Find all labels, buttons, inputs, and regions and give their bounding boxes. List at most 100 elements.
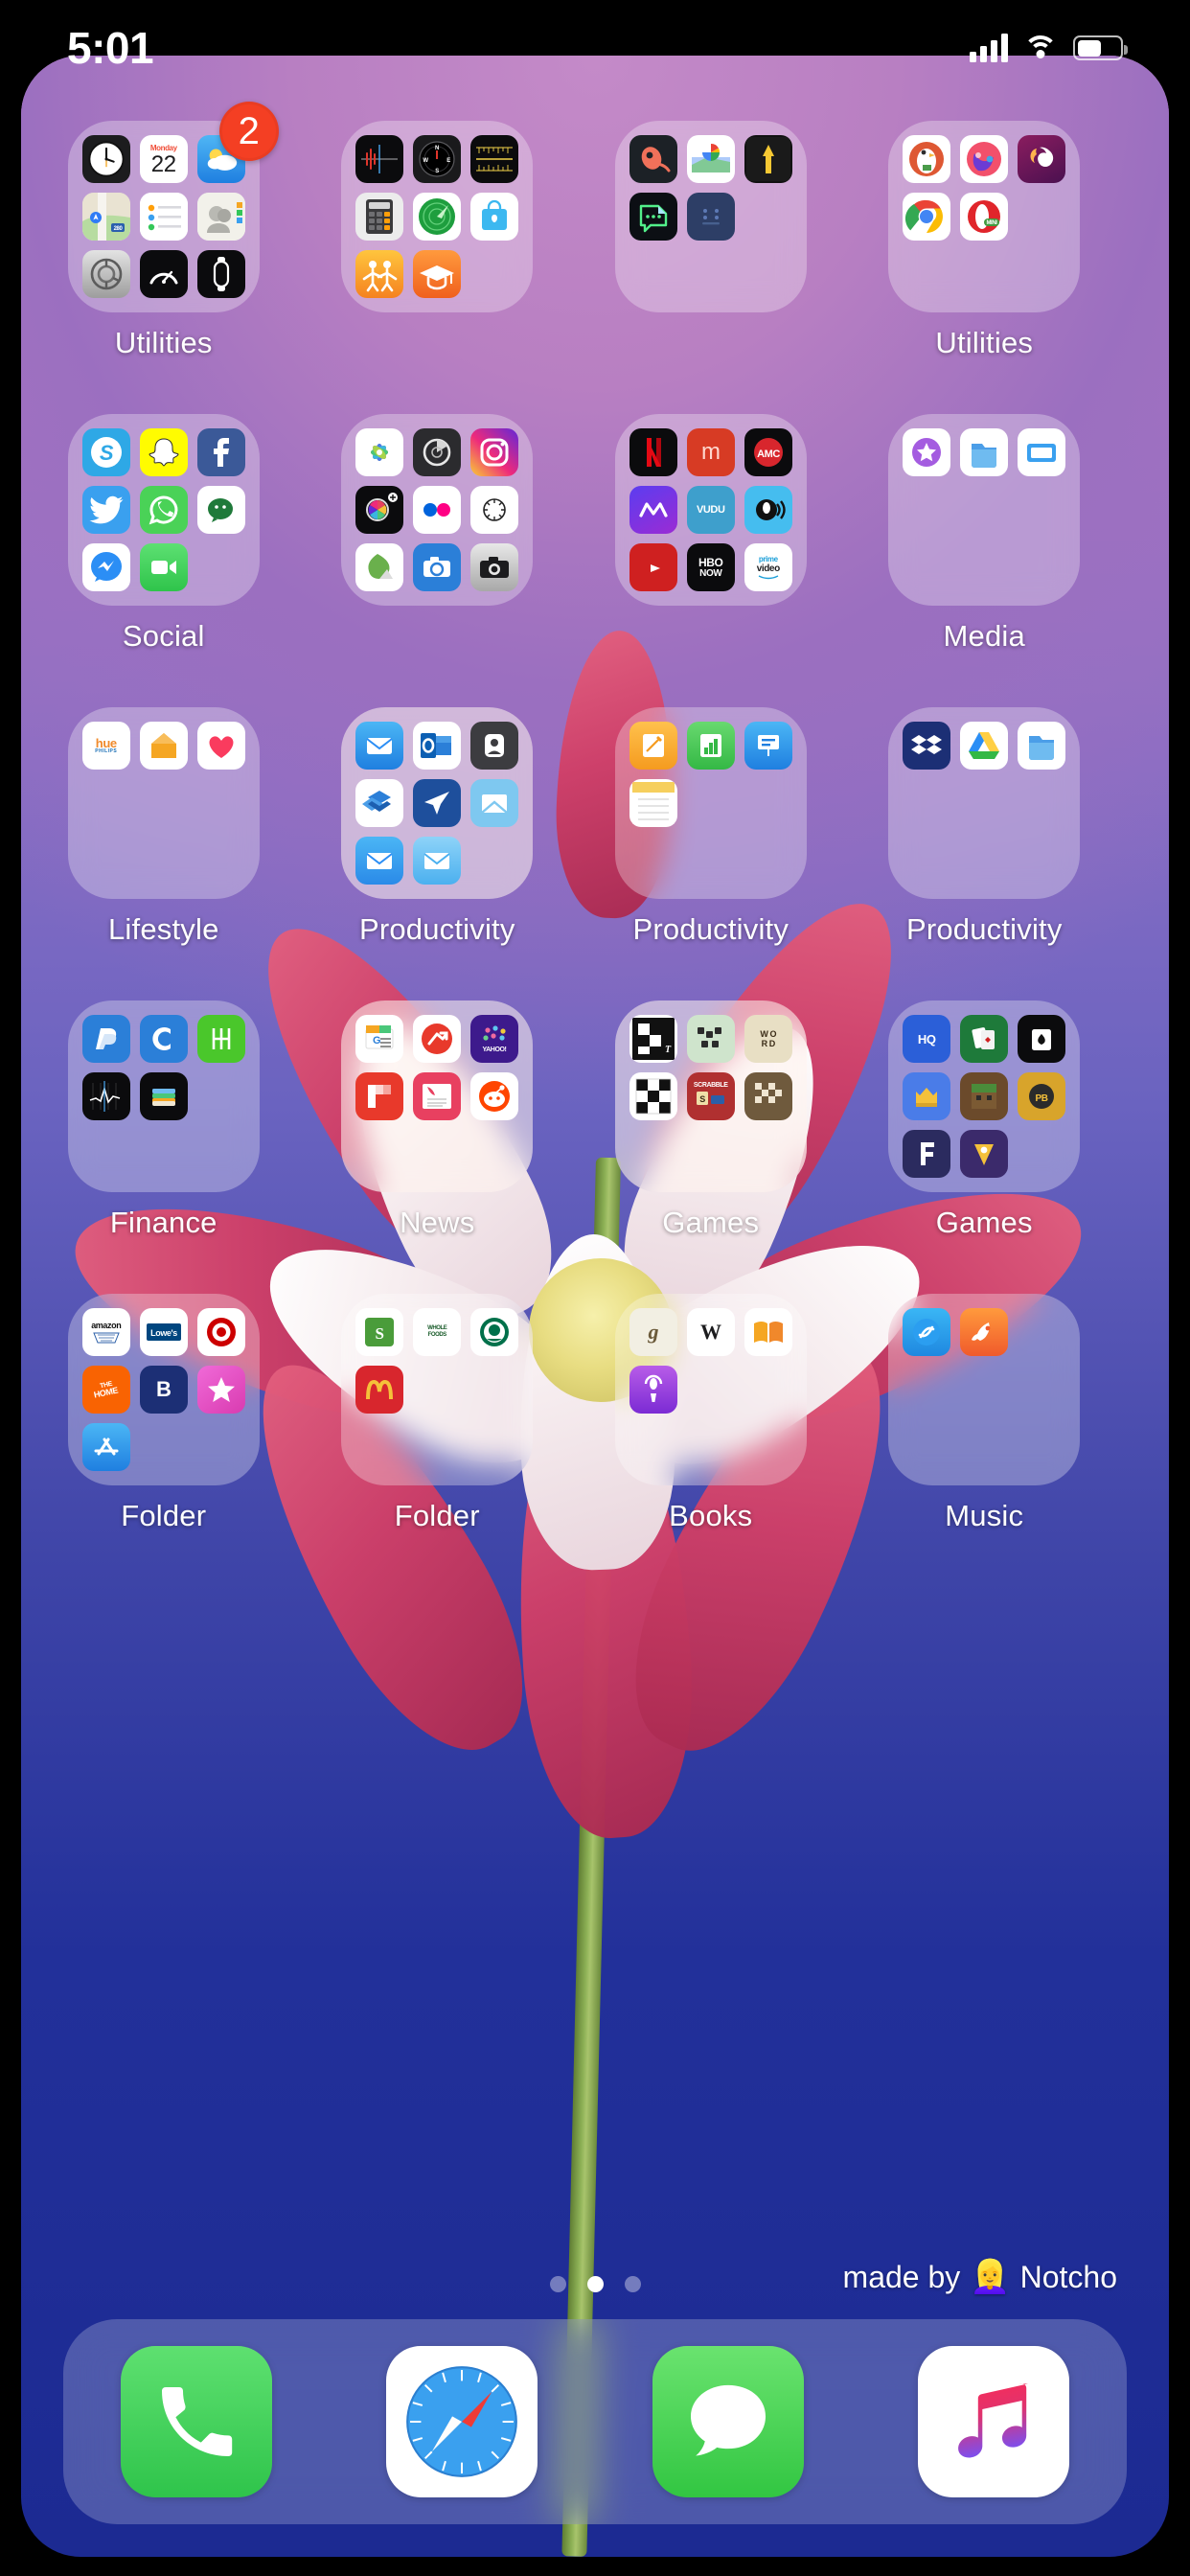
- app-icon-keynote[interactable]: [744, 722, 792, 770]
- app-icon-friends[interactable]: [355, 250, 404, 298]
- app-icon-clash-royale[interactable]: [903, 1072, 951, 1120]
- app-icon-lowes[interactable]: Lowe's: [139, 1308, 188, 1356]
- page-dot-3[interactable]: [624, 2276, 641, 2292]
- app-icon-google-drive[interactable]: [960, 722, 1009, 770]
- folder-lifestyle[interactable]: hue PHILIPS: [67, 707, 260, 899]
- folder-photography[interactable]: [341, 414, 534, 606]
- app-icon-instagram[interactable]: [470, 428, 519, 476]
- app-icon-hr-block[interactable]: [196, 1015, 245, 1063]
- app-icon-twitter[interactable]: [81, 486, 130, 534]
- app-icon-hearthstone[interactable]: [960, 1130, 1009, 1178]
- folder-finance[interactable]: [67, 1000, 260, 1192]
- app-icon-itunes-store[interactable]: [903, 428, 951, 476]
- app-icon-goodreads[interactable]: g: [629, 1308, 677, 1356]
- app-icon-moovit[interactable]: [686, 193, 735, 241]
- app-icon-snapseed[interactable]: [355, 543, 404, 591]
- app-icon-google-news[interactable]: G: [355, 1015, 404, 1063]
- dock-app-music[interactable]: [918, 2346, 1070, 2497]
- app-icon-books[interactable]: [744, 1308, 792, 1356]
- dock-app-messages[interactable]: [652, 2346, 804, 2497]
- app-icon-files[interactable]: [960, 428, 1009, 476]
- app-icon-hbo-now[interactable]: HBO NOW: [686, 543, 735, 591]
- app-icon-poker[interactable]: [1018, 1015, 1066, 1063]
- app-icon-apple-news[interactable]: [413, 1072, 462, 1120]
- app-icon-wallet[interactable]: [139, 1072, 188, 1120]
- app-icon-prime-video[interactable]: prime video: [744, 543, 792, 591]
- folder-tools[interactable]: NSWE: [341, 121, 534, 312]
- app-icon-pages[interactable]: [629, 722, 677, 770]
- app-icon-camera-plus[interactable]: [355, 486, 404, 534]
- folder-productivity-iwork[interactable]: [614, 707, 807, 899]
- folder-social[interactable]: S: [67, 414, 260, 606]
- app-icon-paypal[interactable]: [81, 1015, 130, 1063]
- app-icon-dropbox[interactable]: [903, 722, 951, 770]
- app-icon-philips-hue[interactable]: hue PHILIPS: [81, 722, 130, 770]
- app-icon-skype[interactable]: S: [81, 428, 130, 476]
- app-icon-best-buy[interactable]: B: [139, 1366, 188, 1414]
- folder-food[interactable]: S WHOLE FOODS: [341, 1294, 534, 1485]
- page-dot-1[interactable]: [549, 2276, 566, 2292]
- folder-productivity-mail[interactable]: [341, 707, 534, 899]
- app-icon-vudu[interactable]: VUDU: [686, 486, 735, 534]
- app-icon-netflix[interactable]: [629, 428, 677, 476]
- app-icon-find-my[interactable]: [413, 193, 462, 241]
- app-icon-wechat[interactable]: [196, 486, 245, 534]
- app-icon-sprouts[interactable]: S: [355, 1308, 404, 1356]
- app-icon-google-maps[interactable]: [686, 135, 735, 183]
- app-icon-opera-mini[interactable]: MINI: [960, 193, 1009, 241]
- app-icon-brave[interactable]: [960, 135, 1009, 183]
- app-icon-photos[interactable]: [355, 428, 404, 476]
- app-icon-settings[interactable]: [81, 250, 130, 298]
- app-icon-mcdonalds[interactable]: [355, 1366, 404, 1414]
- app-icon-citymapper[interactable]: [629, 193, 677, 241]
- app-icon-shazam[interactable]: [903, 1308, 951, 1356]
- app-icon-files-2[interactable]: [1018, 722, 1066, 770]
- app-icon-flipboard[interactable]: [355, 1072, 404, 1120]
- app-icon-voice-memos[interactable]: [355, 135, 404, 183]
- folder-books[interactable]: g W: [614, 1294, 807, 1485]
- folder-shopping[interactable]: amazon Lowe's THE HOME B: [67, 1294, 260, 1485]
- app-icon-garageband[interactable]: [960, 1308, 1009, 1356]
- app-icon-duckduckgo[interactable]: [903, 135, 951, 183]
- app-icon-home-depot[interactable]: THE HOME: [81, 1366, 130, 1414]
- app-icon-podcasts[interactable]: [629, 1366, 677, 1414]
- app-icon-camera-app[interactable]: [413, 543, 462, 591]
- app-icon-facebook[interactable]: [196, 428, 245, 476]
- app-icon-compass[interactable]: NSWE: [413, 135, 462, 183]
- app-icon-maps[interactable]: 280: [81, 193, 130, 241]
- app-icon-outlook[interactable]: [413, 722, 462, 770]
- app-icon-mail[interactable]: [355, 722, 404, 770]
- app-icon-transit[interactable]: [744, 135, 792, 183]
- folder-news[interactable]: G YAHOO!: [341, 1000, 534, 1192]
- app-icon-amazon[interactable]: amazon: [81, 1308, 130, 1356]
- app-icon-calendar[interactable]: Monday 22: [139, 135, 188, 183]
- app-icon-hq-trivia[interactable]: HQ: [903, 1015, 951, 1063]
- app-icon-flickr[interactable]: [413, 486, 462, 534]
- folder-games[interactable]: HQ PB: [888, 1000, 1081, 1192]
- app-icon-chase[interactable]: [139, 1015, 188, 1063]
- dock-app-phone[interactable]: [120, 2346, 272, 2497]
- app-icon-starbucks[interactable]: [470, 1308, 519, 1356]
- app-icon-home[interactable]: [139, 722, 188, 770]
- folder-games-word[interactable]: T W O R D SCRABBLE S: [614, 1000, 807, 1192]
- app-icon-smartnews[interactable]: [413, 1015, 462, 1063]
- app-icon-minecraft[interactable]: [960, 1072, 1009, 1120]
- app-icon-reddit[interactable]: [470, 1072, 519, 1120]
- app-icon-nyt-crossword[interactable]: T: [629, 1015, 677, 1063]
- app-icon-scrabble-go[interactable]: [686, 1015, 735, 1063]
- app-icon-pubg[interactable]: PB: [1018, 1072, 1066, 1120]
- app-icon-vsco[interactable]: [470, 486, 519, 534]
- app-icon-fortnite[interactable]: [903, 1130, 951, 1178]
- app-icon-yahoo[interactable]: YAHOO!: [470, 1015, 519, 1063]
- app-icon-chrome[interactable]: [903, 193, 951, 241]
- app-icon-app-store[interactable]: [81, 1423, 130, 1471]
- app-icon-firefox[interactable]: [1018, 135, 1066, 183]
- app-icon-clock[interactable]: [81, 135, 130, 183]
- app-icon-calculator[interactable]: [355, 193, 404, 241]
- app-icon-amc[interactable]: AMC: [744, 428, 792, 476]
- folder-video[interactable]: m AMC VUDU HBO NOW prime video: [614, 414, 807, 606]
- folder-utilities-1[interactable]: 2 Monday 22 280: [67, 102, 279, 312]
- app-icon-words-with-friends[interactable]: W O R D: [744, 1015, 792, 1063]
- app-icon-contacts[interactable]: [196, 193, 245, 241]
- app-icon-apple-store[interactable]: [470, 193, 519, 241]
